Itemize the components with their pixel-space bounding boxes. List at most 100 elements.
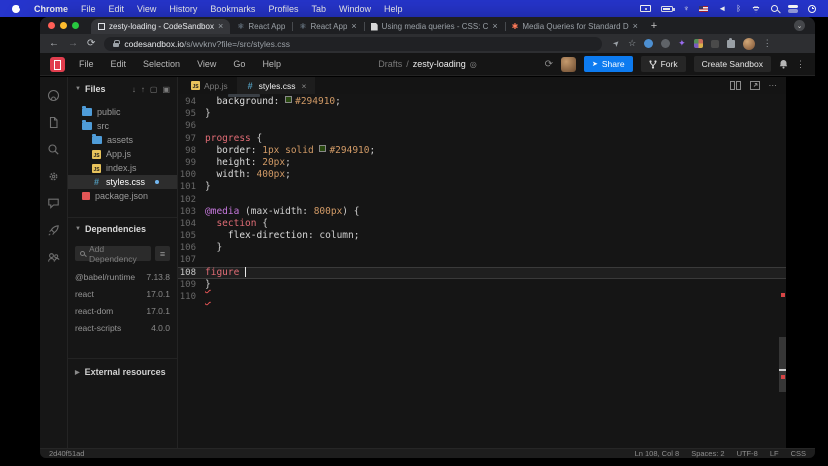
zoom-window-button[interactable] (72, 22, 79, 29)
browser-tab[interactable]: ⚛React App (230, 19, 292, 34)
close-editor-tab-icon[interactable]: × (301, 81, 306, 91)
split-editor-icon[interactable] (730, 81, 741, 90)
status-cursor-position[interactable]: Ln 108, Col 8 (635, 449, 680, 458)
menubar-item-history[interactable]: History (169, 4, 197, 14)
address-bar[interactable]: codesandbox.io/s/wvknv?file=/src/styles.… (104, 37, 602, 51)
code-editor[interactable]: 94 background: #294910;95}9697progress {… (178, 94, 786, 448)
extension-photos-icon[interactable] (694, 39, 703, 48)
tree-item-package.json[interactable]: package.json (68, 189, 177, 203)
browser-tab[interactable]: ⚛React App× (292, 19, 363, 34)
tree-item-src[interactable]: src (68, 119, 177, 133)
comments-icon[interactable] (47, 196, 61, 210)
dependency-menu-button[interactable]: ≡ (155, 246, 170, 261)
privacy-icon[interactable]: ◎ (470, 60, 477, 69)
tree-item-index.js[interactable]: index.js (68, 161, 177, 175)
scrollbar-thumb[interactable] (779, 337, 786, 392)
menubar-item-view[interactable]: View (137, 4, 156, 14)
search-icon[interactable] (47, 142, 61, 156)
add-dependency-input[interactable]: Add Dependency (75, 246, 151, 261)
refresh-icon[interactable]: ⟳ (545, 59, 553, 70)
dependency-row[interactable]: @babel/runtime7.13.8 (75, 268, 170, 285)
tree-item-styles.css[interactable]: styles.css (68, 175, 177, 189)
volume-icon[interactable]: ◄ (718, 4, 726, 13)
plug-icon[interactable]: ♆ (683, 4, 689, 13)
status-eol[interactable]: LF (770, 449, 779, 458)
extension-dim-icon[interactable] (711, 40, 719, 48)
tab-search-button[interactable]: ⌄ (794, 20, 805, 31)
dependency-row[interactable]: react17.0.1 (75, 285, 170, 302)
browser-tab[interactable]: ✱Media Queries for Standard D× (505, 19, 645, 34)
menubar-item-chrome[interactable]: Chrome (34, 4, 68, 14)
reload-icon[interactable]: ⟳ (87, 39, 95, 49)
spotlight-search-icon[interactable] (771, 5, 778, 12)
menu-help[interactable]: Help (262, 59, 281, 69)
header-menu-icon[interactable]: ⋮ (796, 59, 805, 70)
menubar-item-window[interactable]: Window (339, 4, 371, 14)
settings-icon[interactable] (47, 169, 61, 183)
breadcrumb-folder[interactable]: Drafts (378, 59, 402, 69)
rocket-icon[interactable] (47, 223, 61, 237)
tree-item-assets[interactable]: assets (68, 133, 177, 147)
menubar-item-profiles[interactable]: Profiles (268, 4, 298, 14)
fork-button[interactable]: Fork (641, 56, 686, 72)
send-to-device-icon[interactable]: ➤ (611, 38, 622, 49)
profile-avatar[interactable] (743, 38, 755, 50)
control-center-icon[interactable] (788, 5, 798, 13)
bluetooth-icon[interactable]: ᛒ (736, 4, 741, 13)
close-tab-icon[interactable]: × (351, 22, 356, 31)
dependency-row[interactable]: react-dom17.0.1 (75, 302, 170, 319)
new-directory-icon[interactable]: ▣ (162, 85, 170, 94)
bookmark-star-icon[interactable]: ☆ (628, 38, 636, 49)
tree-item-App.js[interactable]: App.js (68, 147, 177, 161)
menubar-item-edit[interactable]: Edit (109, 4, 125, 14)
screen-mirroring-icon[interactable] (640, 5, 651, 12)
close-window-button[interactable] (48, 22, 55, 29)
back-icon[interactable]: ← (49, 39, 59, 49)
new-file-icon[interactable]: ▢ (150, 85, 158, 94)
menu-file[interactable]: File (79, 59, 94, 69)
battery-icon[interactable] (661, 6, 673, 12)
menu-edit[interactable]: Edit (111, 59, 127, 69)
close-tab-icon[interactable]: × (492, 22, 497, 31)
user-avatar[interactable] (561, 57, 576, 72)
export-zip-icon[interactable]: ↓ (132, 85, 136, 94)
menubar-item-bookmarks[interactable]: Bookmarks (210, 4, 255, 14)
editor-tab-styles.css[interactable]: styles.css× (237, 77, 316, 94)
menu-go[interactable]: Go (233, 59, 245, 69)
extension-blue-icon[interactable] (644, 39, 653, 48)
browser-menu-icon[interactable]: ⋮ (763, 38, 772, 49)
menubar-item-file[interactable]: File (81, 4, 96, 14)
minimize-window-button[interactable] (60, 22, 67, 29)
live-icon[interactable] (47, 250, 61, 264)
menubar-item-help[interactable]: Help (384, 4, 403, 14)
extensions-puzzle-icon[interactable] (727, 40, 735, 48)
editor-tab-App.js[interactable]: App.js (182, 77, 237, 94)
notifications-bell-icon[interactable] (779, 59, 788, 69)
codesandbox-logo[interactable] (50, 57, 65, 72)
create-sandbox-button[interactable]: Create Sandbox (694, 56, 771, 72)
external-resources-header[interactable]: ▶ External resources (68, 358, 177, 385)
status-language-mode[interactable]: CSS (791, 449, 806, 458)
extension-purple-icon[interactable]: ✦ (678, 38, 686, 49)
status-encoding[interactable]: UTF-8 (737, 449, 758, 458)
close-tab-icon[interactable]: × (633, 22, 638, 31)
dependencies-header[interactable]: ▼ Dependencies (75, 224, 170, 234)
github-icon[interactable] (47, 88, 61, 102)
menu-view[interactable]: View (197, 59, 216, 69)
input-source-flag-icon[interactable] (699, 6, 708, 12)
close-tab-icon[interactable]: × (218, 22, 223, 31)
menu-selection[interactable]: Selection (143, 59, 180, 69)
browser-tab[interactable]: zesty-loading - CodeSandbox× (91, 19, 230, 34)
clock-icon[interactable] (808, 5, 816, 13)
upload-files-icon[interactable]: ↑ (141, 85, 145, 94)
new-tab-button[interactable]: + (645, 19, 663, 34)
dependency-row[interactable]: react-scripts4.0.0 (75, 319, 170, 336)
apple-menu-icon[interactable] (12, 4, 21, 13)
menubar-item-tab[interactable]: Tab (311, 4, 326, 14)
sandbox-title[interactable]: zesty-loading (413, 59, 466, 69)
extension-gray-icon[interactable] (661, 39, 670, 48)
tree-item-public[interactable]: public (68, 105, 177, 119)
editor-menu-icon[interactable]: ⋯ (769, 80, 778, 91)
open-preview-icon[interactable] (750, 81, 760, 90)
forward-icon[interactable]: → (68, 39, 78, 49)
